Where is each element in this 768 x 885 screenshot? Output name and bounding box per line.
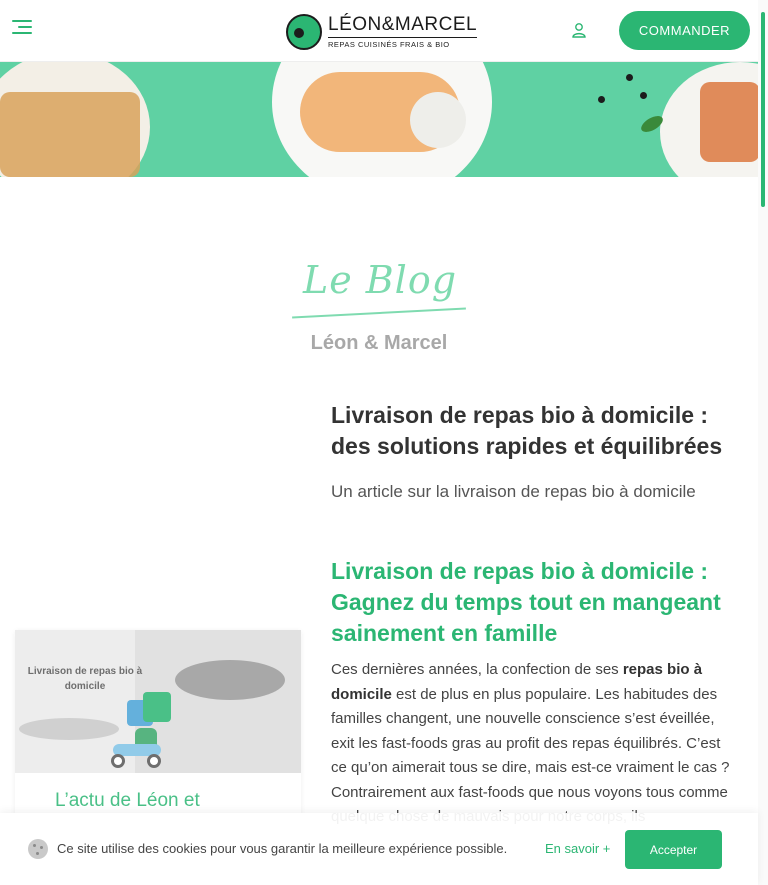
blog-subtitle: Léon & Marcel: [310, 332, 448, 354]
hero-banner: [0, 62, 758, 177]
order-button[interactable]: COMMANDER: [619, 11, 750, 50]
card-image-label: Livraison de repas bio à domicile: [27, 666, 143, 692]
cookie-icon: [28, 839, 48, 859]
site-logo[interactable]: LÉON&MARCEL REPAS CUISINÉS FRAIS & BIO: [286, 10, 478, 54]
cookie-text: Ce site utilise des cookies pour vous ga…: [57, 841, 508, 856]
cookie-banner: Ce site utilise des cookies pour vous ga…: [0, 813, 758, 885]
hero-sauce-center: [410, 92, 466, 148]
blog-title-underline: [292, 307, 466, 319]
user-account-icon[interactable]: [571, 22, 587, 38]
cookie-learn-more-link[interactable]: En savoir +: [545, 841, 610, 856]
article-section-heading: Livraison de repas bio à domicile : Gagn…: [331, 558, 721, 646]
article-body-part2: est de plus en plus populaire. Les habit…: [331, 685, 730, 826]
hero-food-left: [0, 92, 140, 177]
article-body-part1: Ces dernières années, la confection de s…: [331, 661, 623, 678]
card-image: Livraison de repas bio à domicile: [15, 630, 301, 773]
cookie-accept-button[interactable]: Accepter: [625, 830, 722, 869]
logo-tagline: REPAS CUISINÉS FRAIS & BIO: [328, 40, 450, 49]
hero-food-right: [700, 82, 758, 162]
scrollbar-thumb[interactable]: [761, 12, 765, 207]
card-image-pan: [175, 660, 285, 700]
hero-pepper: [626, 74, 633, 81]
article-title: Livraison de repas bio à domicile : des …: [331, 402, 723, 459]
page-scrollbar[interactable]: [758, 0, 768, 885]
article-body: Ces dernières années, la confection de s…: [331, 658, 731, 830]
blog-script-title: Le Blog: [302, 258, 458, 302]
site-header: LÉON&MARCEL REPAS CUISINÉS FRAIS & BIO C…: [0, 0, 758, 62]
delivery-box-icon: [143, 692, 171, 722]
menu-icon[interactable]: [12, 20, 36, 40]
card-title[interactable]: L’actu de Léon et: [55, 790, 275, 812]
logo-name: LÉON&MARCEL: [328, 15, 478, 38]
card-image-plate: [19, 718, 119, 740]
logo-mark-icon: [286, 14, 322, 50]
article-subtitle: Un article sur la livraison de repas bio…: [331, 482, 696, 501]
logo-text: LÉON&MARCEL REPAS CUISINÉS FRAIS & BIO: [328, 15, 478, 49]
